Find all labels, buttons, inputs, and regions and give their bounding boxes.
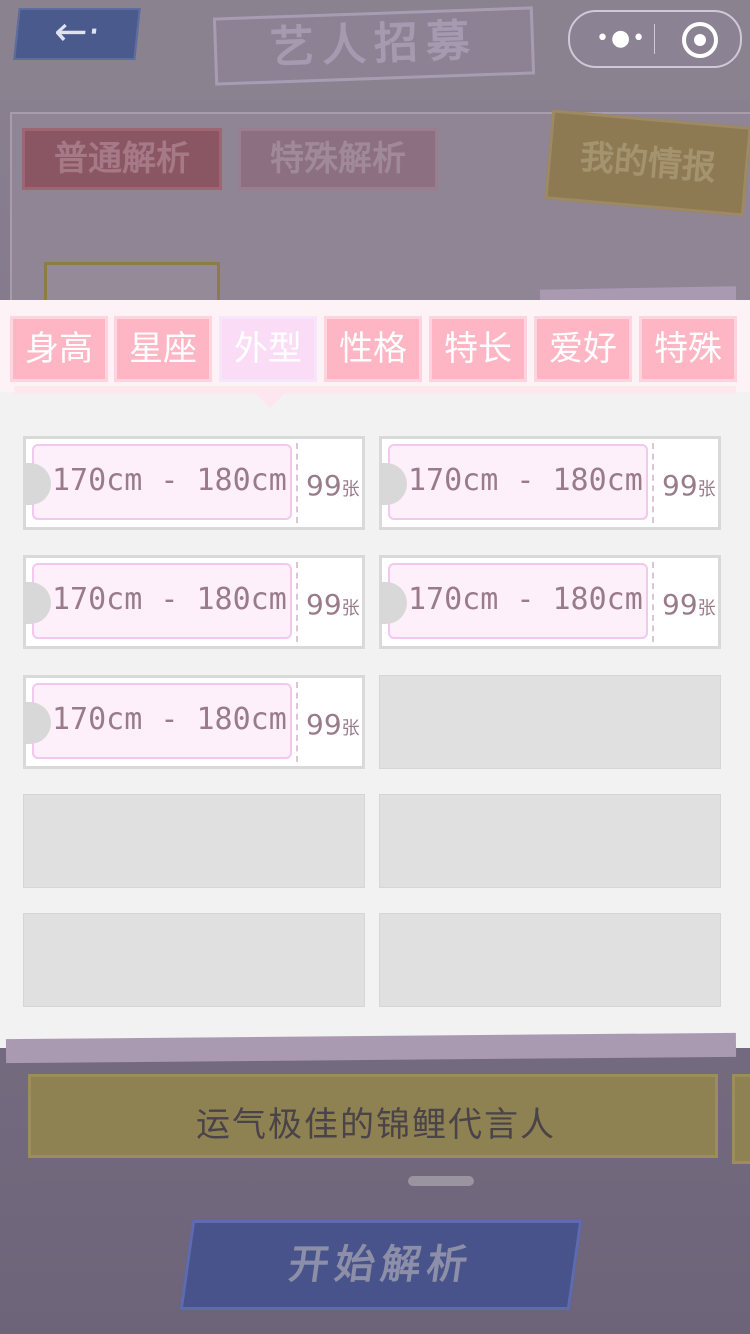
ticket-item[interactable]: 170cm - 180cm 99张 (23, 436, 365, 530)
ticket-divider (652, 443, 654, 523)
bottom-selected-ticket[interactable]: 运气极佳的锦鲤代言人 (28, 1074, 718, 1158)
tab-appearance[interactable]: 外型 (219, 316, 317, 382)
back-button[interactable]: ←· (13, 8, 141, 60)
ticket-count: 99张 (662, 469, 716, 502)
ticket-count: 99张 (306, 588, 360, 621)
ticket-count: 99张 (306, 708, 360, 741)
ticket-item[interactable]: 170cm - 180cm 99张 (379, 436, 721, 530)
tab-height[interactable]: 身高 (10, 316, 108, 382)
tab-underline (14, 386, 736, 394)
ticket-range: 170cm - 180cm (52, 463, 287, 498)
ticket-range: 170cm - 180cm (408, 463, 643, 498)
scroll-thumb[interactable] (408, 1176, 474, 1186)
ticket-range: 170cm - 180cm (52, 702, 287, 737)
back-arrow-icon: ←· (51, 9, 103, 55)
ticket-divider (296, 443, 298, 523)
my-info-button[interactable]: 我的情报 (544, 109, 750, 217)
ticket-item[interactable]: 170cm - 180cm 99张 (23, 675, 365, 769)
tab-hobby[interactable]: 爱好 (534, 316, 632, 382)
empty-slot (379, 913, 721, 1007)
tab-special[interactable]: 特殊 (639, 316, 737, 382)
empty-slot (379, 794, 721, 888)
ticket-count: 99张 (306, 469, 360, 502)
close-target-icon[interactable] (682, 22, 718, 58)
empty-slot (23, 794, 365, 888)
ticket-range: 170cm - 180cm (408, 582, 643, 617)
capsule-divider (654, 24, 655, 54)
ticket-divider (296, 682, 298, 762)
ticket-divider (296, 562, 298, 642)
active-tab-pointer-icon (254, 392, 286, 408)
empty-slot (23, 913, 365, 1007)
page-title: 艺人招募 (212, 6, 536, 86)
ticket-range: 170cm - 180cm (52, 582, 287, 617)
ticket-divider (652, 562, 654, 642)
miniprogram-capsule: •●• (568, 10, 742, 68)
ticket-item[interactable]: 170cm - 180cm 99张 (23, 555, 365, 649)
tab-special-analysis[interactable]: 特殊解析 (238, 128, 438, 190)
tab-personality[interactable]: 性格 (324, 316, 422, 382)
tab-normal-analysis[interactable]: 普通解析 (22, 128, 222, 190)
tab-zodiac[interactable]: 星座 (114, 316, 212, 382)
scroll-track (30, 1180, 720, 1182)
empty-slot (379, 675, 721, 769)
tab-skill[interactable]: 特长 (429, 316, 527, 382)
ticket-item[interactable]: 170cm - 180cm 99张 (379, 555, 721, 649)
bottom-next-ticket[interactable] (732, 1074, 750, 1164)
ticket-count: 99张 (662, 588, 716, 621)
start-analysis-button[interactable]: 开始解析 (179, 1220, 583, 1310)
more-dots-icon[interactable]: •●• (596, 26, 647, 51)
bottom-ticket-label: 运气极佳的锦鲤代言人 (196, 1105, 556, 1145)
